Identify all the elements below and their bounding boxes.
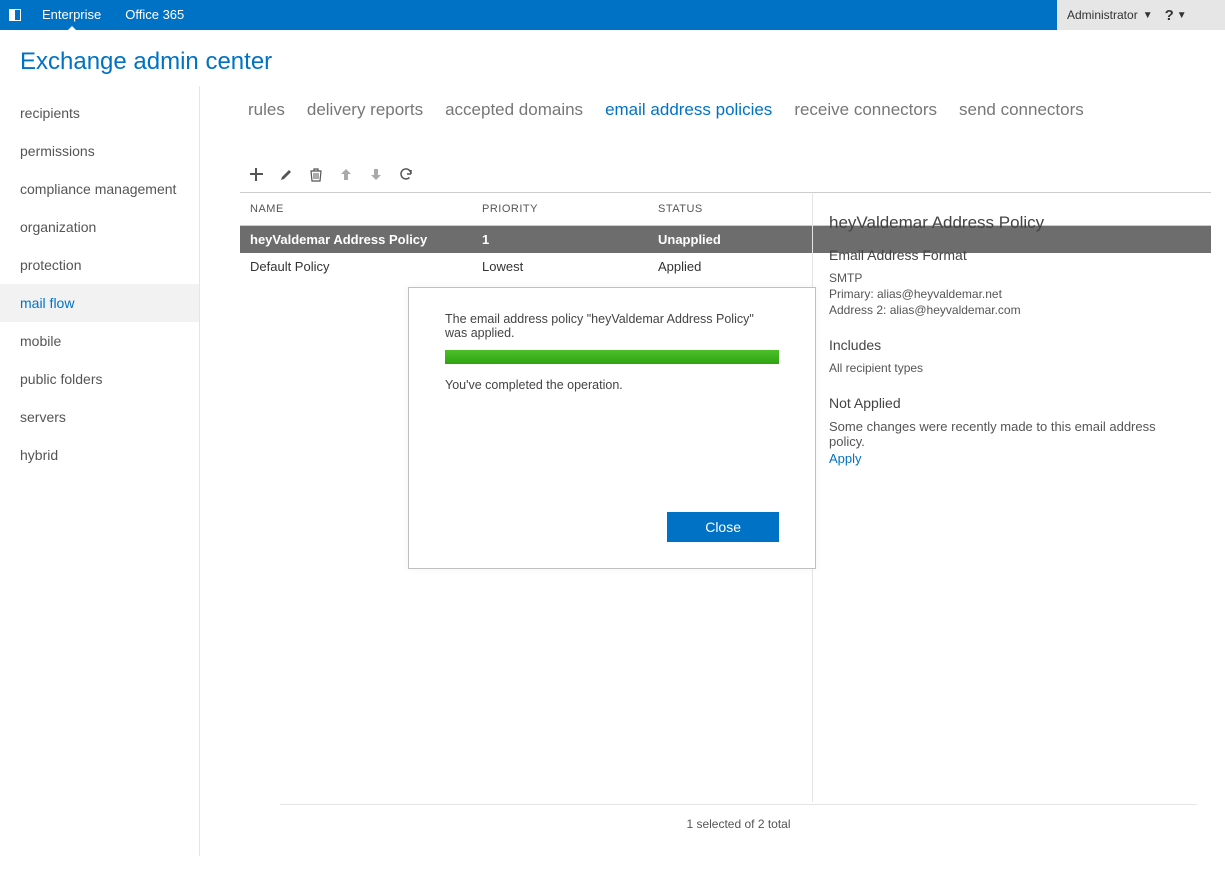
tab-email-address-policies[interactable]: email address policies <box>605 100 772 120</box>
sidebar-item-protection[interactable]: protection <box>0 246 199 284</box>
col-priority[interactable]: PRIORITY <box>472 193 648 225</box>
progress-bar <box>445 350 779 364</box>
move-up-icon[interactable] <box>338 166 354 182</box>
details-title: heyValdemar Address Policy <box>829 213 1187 233</box>
caret-down-icon: ▼ <box>1177 10 1187 21</box>
edit-icon[interactable] <box>278 166 294 182</box>
delete-icon[interactable] <box>308 166 324 182</box>
sidebar-item-hybrid[interactable]: hybrid <box>0 436 199 474</box>
content-tabs: rules delivery reports accepted domains … <box>200 86 1225 120</box>
sidebar: recipients permissions compliance manage… <box>0 86 200 856</box>
sidebar-item-publicfolders[interactable]: public folders <box>0 360 199 398</box>
sidebar-item-servers[interactable]: servers <box>0 398 199 436</box>
sidebar-item-permissions[interactable]: permissions <box>0 132 199 170</box>
top-tab-enterprise[interactable]: Enterprise <box>30 0 113 30</box>
page-title: Exchange admin center <box>0 30 1225 86</box>
format-heading: Email Address Format <box>829 247 1187 263</box>
includes-heading: Includes <box>829 337 1187 353</box>
caret-down-icon: ▼ <box>1143 10 1153 21</box>
cell-status: Applied <box>648 253 818 280</box>
add-icon[interactable] <box>248 166 264 182</box>
close-button[interactable]: Close <box>667 512 779 542</box>
cell-name: Default Policy <box>240 253 472 280</box>
sidebar-item-recipients[interactable]: recipients <box>0 94 199 132</box>
cell-priority: 1 <box>472 226 648 253</box>
sidebar-item-mailflow[interactable]: mail flow <box>0 284 199 322</box>
top-nav-tabs: Enterprise Office 365 <box>30 0 196 30</box>
col-name[interactable]: NAME <box>240 193 472 225</box>
help-dropdown[interactable]: ? ▼ <box>1165 7 1187 24</box>
move-down-icon[interactable] <box>368 166 384 182</box>
tab-rules[interactable]: rules <box>248 100 285 120</box>
sidebar-item-organization[interactable]: organization <box>0 208 199 246</box>
format-line: Primary: alias@heyvaldemar.net <box>829 287 1187 301</box>
top-right-panel: Administrator ▼ ? ▼ <box>1057 0 1225 30</box>
progress-dialog: The email address policy "heyValdemar Ad… <box>408 287 816 569</box>
top-bar: Enterprise Office 365 Administrator ▼ ? … <box>0 0 1225 30</box>
dialog-completion: You've completed the operation. <box>445 378 779 392</box>
tab-accepted-domains[interactable]: accepted domains <box>445 100 583 120</box>
tab-delivery-reports[interactable]: delivery reports <box>307 100 423 120</box>
cell-name: heyValdemar Address Policy <box>240 226 472 253</box>
includes-text: All recipient types <box>829 361 1187 375</box>
status-footer: 1 selected of 2 total <box>280 804 1197 831</box>
notapplied-heading: Not Applied <box>829 395 1187 411</box>
help-icon: ? <box>1165 7 1174 24</box>
format-line: SMTP <box>829 271 1187 285</box>
admin-label: Administrator <box>1067 8 1138 22</box>
details-panel: heyValdemar Address Policy Email Address… <box>812 192 1197 802</box>
admin-dropdown[interactable]: Administrator ▼ <box>1067 8 1153 22</box>
sidebar-item-mobile[interactable]: mobile <box>0 322 199 360</box>
toolbar <box>200 120 1225 192</box>
dialog-message: The email address policy "heyValdemar Ad… <box>445 312 779 340</box>
apply-link[interactable]: Apply <box>829 451 862 466</box>
office-logo-icon <box>0 0 30 30</box>
refresh-icon[interactable] <box>398 166 414 182</box>
tab-receive-connectors[interactable]: receive connectors <box>794 100 937 120</box>
sidebar-item-compliance[interactable]: compliance management <box>0 170 199 208</box>
tab-send-connectors[interactable]: send connectors <box>959 100 1084 120</box>
top-tab-office365[interactable]: Office 365 <box>113 0 196 30</box>
cell-priority: Lowest <box>472 253 648 280</box>
format-line: Address 2: alias@heyvaldemar.com <box>829 303 1187 317</box>
notapplied-text: Some changes were recently made to this … <box>829 419 1187 449</box>
cell-status: Unapplied <box>648 226 818 253</box>
col-status[interactable]: STATUS <box>648 193 818 225</box>
policy-table: NAME PRIORITY STATUS heyValdemar Address… <box>240 192 1211 280</box>
